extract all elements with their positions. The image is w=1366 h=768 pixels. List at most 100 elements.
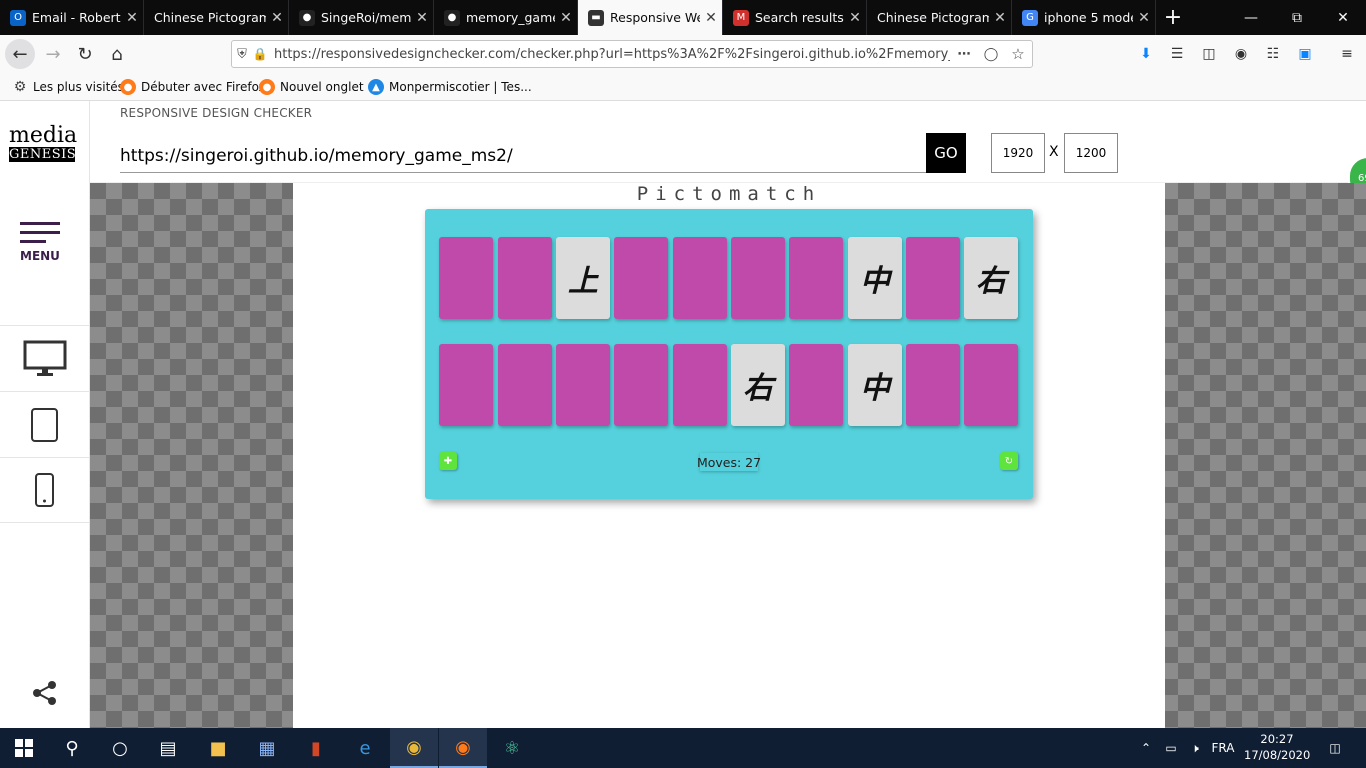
tab-close-icon[interactable]: ✕	[266, 10, 288, 26]
tab-favicon-icon: ●	[299, 9, 315, 26]
tab-favicon-icon: O	[10, 9, 26, 26]
pocket-icon[interactable]: ◯	[978, 47, 1004, 62]
bookmark-label: Les plus visités	[33, 80, 124, 94]
powerpoint-icon[interactable]: ▮	[292, 728, 340, 768]
tab-close-icon[interactable]: ✕	[844, 10, 866, 26]
task-view-icon[interactable]: ▤	[144, 728, 192, 768]
store-icon[interactable]: ▦	[243, 728, 291, 768]
tab-7[interactable]: Giphone 5 model ✕	[1012, 0, 1156, 35]
card-face-down[interactable]	[789, 237, 843, 319]
dimension-separator: X	[1049, 144, 1059, 160]
cortana-icon[interactable]: ○	[96, 728, 144, 768]
card-face-down[interactable]	[556, 344, 610, 426]
menu-button[interactable]: MENU	[20, 222, 60, 263]
tablet-icon	[31, 407, 58, 442]
height-input[interactable]: 1200	[1064, 133, 1118, 173]
menu-label: MENU	[20, 249, 60, 263]
atom-icon[interactable]: ⚛	[488, 728, 536, 768]
new-tab-button[interactable]: +	[1158, 0, 1188, 35]
reload-button[interactable]: ↻	[70, 39, 100, 69]
library-icon[interactable]: ☰	[1166, 43, 1188, 65]
file-explorer-icon[interactable]: ■	[194, 728, 242, 768]
checker-title: RESPONSIVE DESIGN CHECKER	[120, 106, 313, 120]
tab-label: iphone 5 model	[1044, 10, 1133, 25]
card-face-down[interactable]	[673, 344, 727, 426]
card-face-down[interactable]	[439, 237, 493, 319]
chrome-icon[interactable]: ◉	[390, 728, 438, 768]
tab-4[interactable]: ▬ Responsive Web✕	[578, 0, 723, 35]
tab-2[interactable]: ● SingeRoi/memo ✕	[289, 0, 434, 35]
search-icon[interactable]: ⚲	[48, 728, 96, 768]
bookmark-item[interactable]: ⚙ Les plus visités	[12, 73, 124, 101]
card-face-down[interactable]	[614, 344, 668, 426]
back-button[interactable]: ←	[5, 39, 35, 69]
volume-icon[interactable]: 🕨	[1184, 728, 1206, 768]
tab-5[interactable]: M Search results - ✕	[723, 0, 867, 35]
card-face-down[interactable]	[439, 344, 493, 426]
bookmark-item[interactable]: ● Nouvel onglet	[259, 73, 364, 101]
tab-1[interactable]: Chinese Pictogram ✕	[144, 0, 289, 35]
tab-0[interactable]: O Email - Robert B✕	[0, 0, 144, 35]
language-indicator[interactable]: FRA	[1208, 728, 1238, 768]
close-window-button[interactable]: ✕	[1320, 0, 1366, 35]
start-button[interactable]	[0, 728, 48, 768]
card-face-down[interactable]	[964, 344, 1018, 426]
card-face-down[interactable]	[731, 237, 785, 319]
clock[interactable]: 20:27 17/08/2020	[1244, 731, 1310, 763]
restart-button[interactable]: ↻	[1000, 452, 1018, 470]
card-face-down[interactable]	[673, 237, 727, 319]
notifications-icon[interactable]: ◫	[1320, 728, 1350, 768]
test-url-input[interactable]: https://singeroi.github.io/memory_game_m…	[120, 139, 926, 173]
card-face-up[interactable]: 右	[731, 344, 785, 426]
screenshot-icon[interactable]: ▣	[1294, 43, 1316, 65]
edge-icon[interactable]: e	[341, 728, 389, 768]
card-face-up[interactable]: 中	[848, 237, 902, 319]
tab-label: Chinese Pictogram	[154, 10, 266, 25]
card-face-down[interactable]	[614, 237, 668, 319]
card-face-down[interactable]	[498, 344, 552, 426]
restore-button[interactable]: ⧉	[1274, 0, 1320, 35]
share-button[interactable]	[32, 680, 58, 709]
tab-close-icon[interactable]: ✕	[555, 10, 577, 26]
card-face-down[interactable]	[906, 237, 960, 319]
battery-icon[interactable]: ▭	[1160, 728, 1182, 768]
media-genesis-logo[interactable]: media GENESIS	[9, 125, 77, 162]
width-input[interactable]: 1920	[991, 133, 1045, 173]
card-face-down[interactable]	[498, 237, 552, 319]
bookmark-item[interactable]: ● Débuter avec Firefox	[120, 73, 266, 101]
firefox-icon[interactable]: ◉	[439, 728, 487, 768]
card-face-down[interactable]	[789, 344, 843, 426]
tab-close-icon[interactable]: ✕	[411, 10, 433, 26]
bookmark-star-icon[interactable]: ☆	[1004, 45, 1032, 63]
hint-button[interactable]: ✚	[439, 452, 457, 470]
tab-6[interactable]: Chinese Pictogram ✕	[867, 0, 1012, 35]
show-hidden-icons[interactable]: ⌃	[1136, 728, 1156, 768]
tab-close-icon[interactable]: ✕	[121, 10, 143, 26]
card-face-down[interactable]	[906, 344, 960, 426]
mobile-device-button[interactable]	[0, 457, 90, 523]
address-bar[interactable]: ⛨ 🔒 https://responsivedesignchecker.com/…	[231, 40, 1033, 68]
go-button[interactable]: GO	[926, 133, 966, 173]
download-icon[interactable]: ⬇	[1135, 43, 1157, 65]
lock-icon[interactable]: 🔒	[252, 47, 268, 61]
extension-icon[interactable]: ☷	[1262, 43, 1284, 65]
address-text[interactable]: https://responsivedesignchecker.com/chec…	[268, 47, 950, 62]
tab-3[interactable]: ● memory_game ✕	[434, 0, 578, 35]
minimize-button[interactable]: —	[1228, 0, 1274, 35]
tracking-shield-icon[interactable]: ⛨	[232, 47, 252, 62]
tab-close-icon[interactable]: ✕	[989, 10, 1011, 26]
account-icon[interactable]: ◉	[1230, 43, 1252, 65]
bookmark-item[interactable]: ▲ Monpermiscotier | Tes...	[368, 73, 532, 101]
forward-button[interactable]: →	[38, 39, 68, 69]
card-face-up[interactable]: 上	[556, 237, 610, 319]
sidebar-icon[interactable]: ◫	[1198, 43, 1220, 65]
tablet-device-button[interactable]	[0, 391, 90, 457]
home-button[interactable]: ⌂	[102, 39, 132, 69]
tab-close-icon[interactable]: ✕	[1133, 10, 1155, 26]
tab-close-icon[interactable]: ✕	[700, 10, 722, 26]
card-face-up[interactable]: 中	[848, 344, 902, 426]
card-face-up[interactable]: 右	[964, 237, 1018, 319]
desktop-device-button[interactable]	[0, 325, 90, 391]
hamburger-menu-icon[interactable]: ≡	[1336, 43, 1358, 65]
page-actions-icon[interactable]: ⋯	[950, 47, 978, 62]
